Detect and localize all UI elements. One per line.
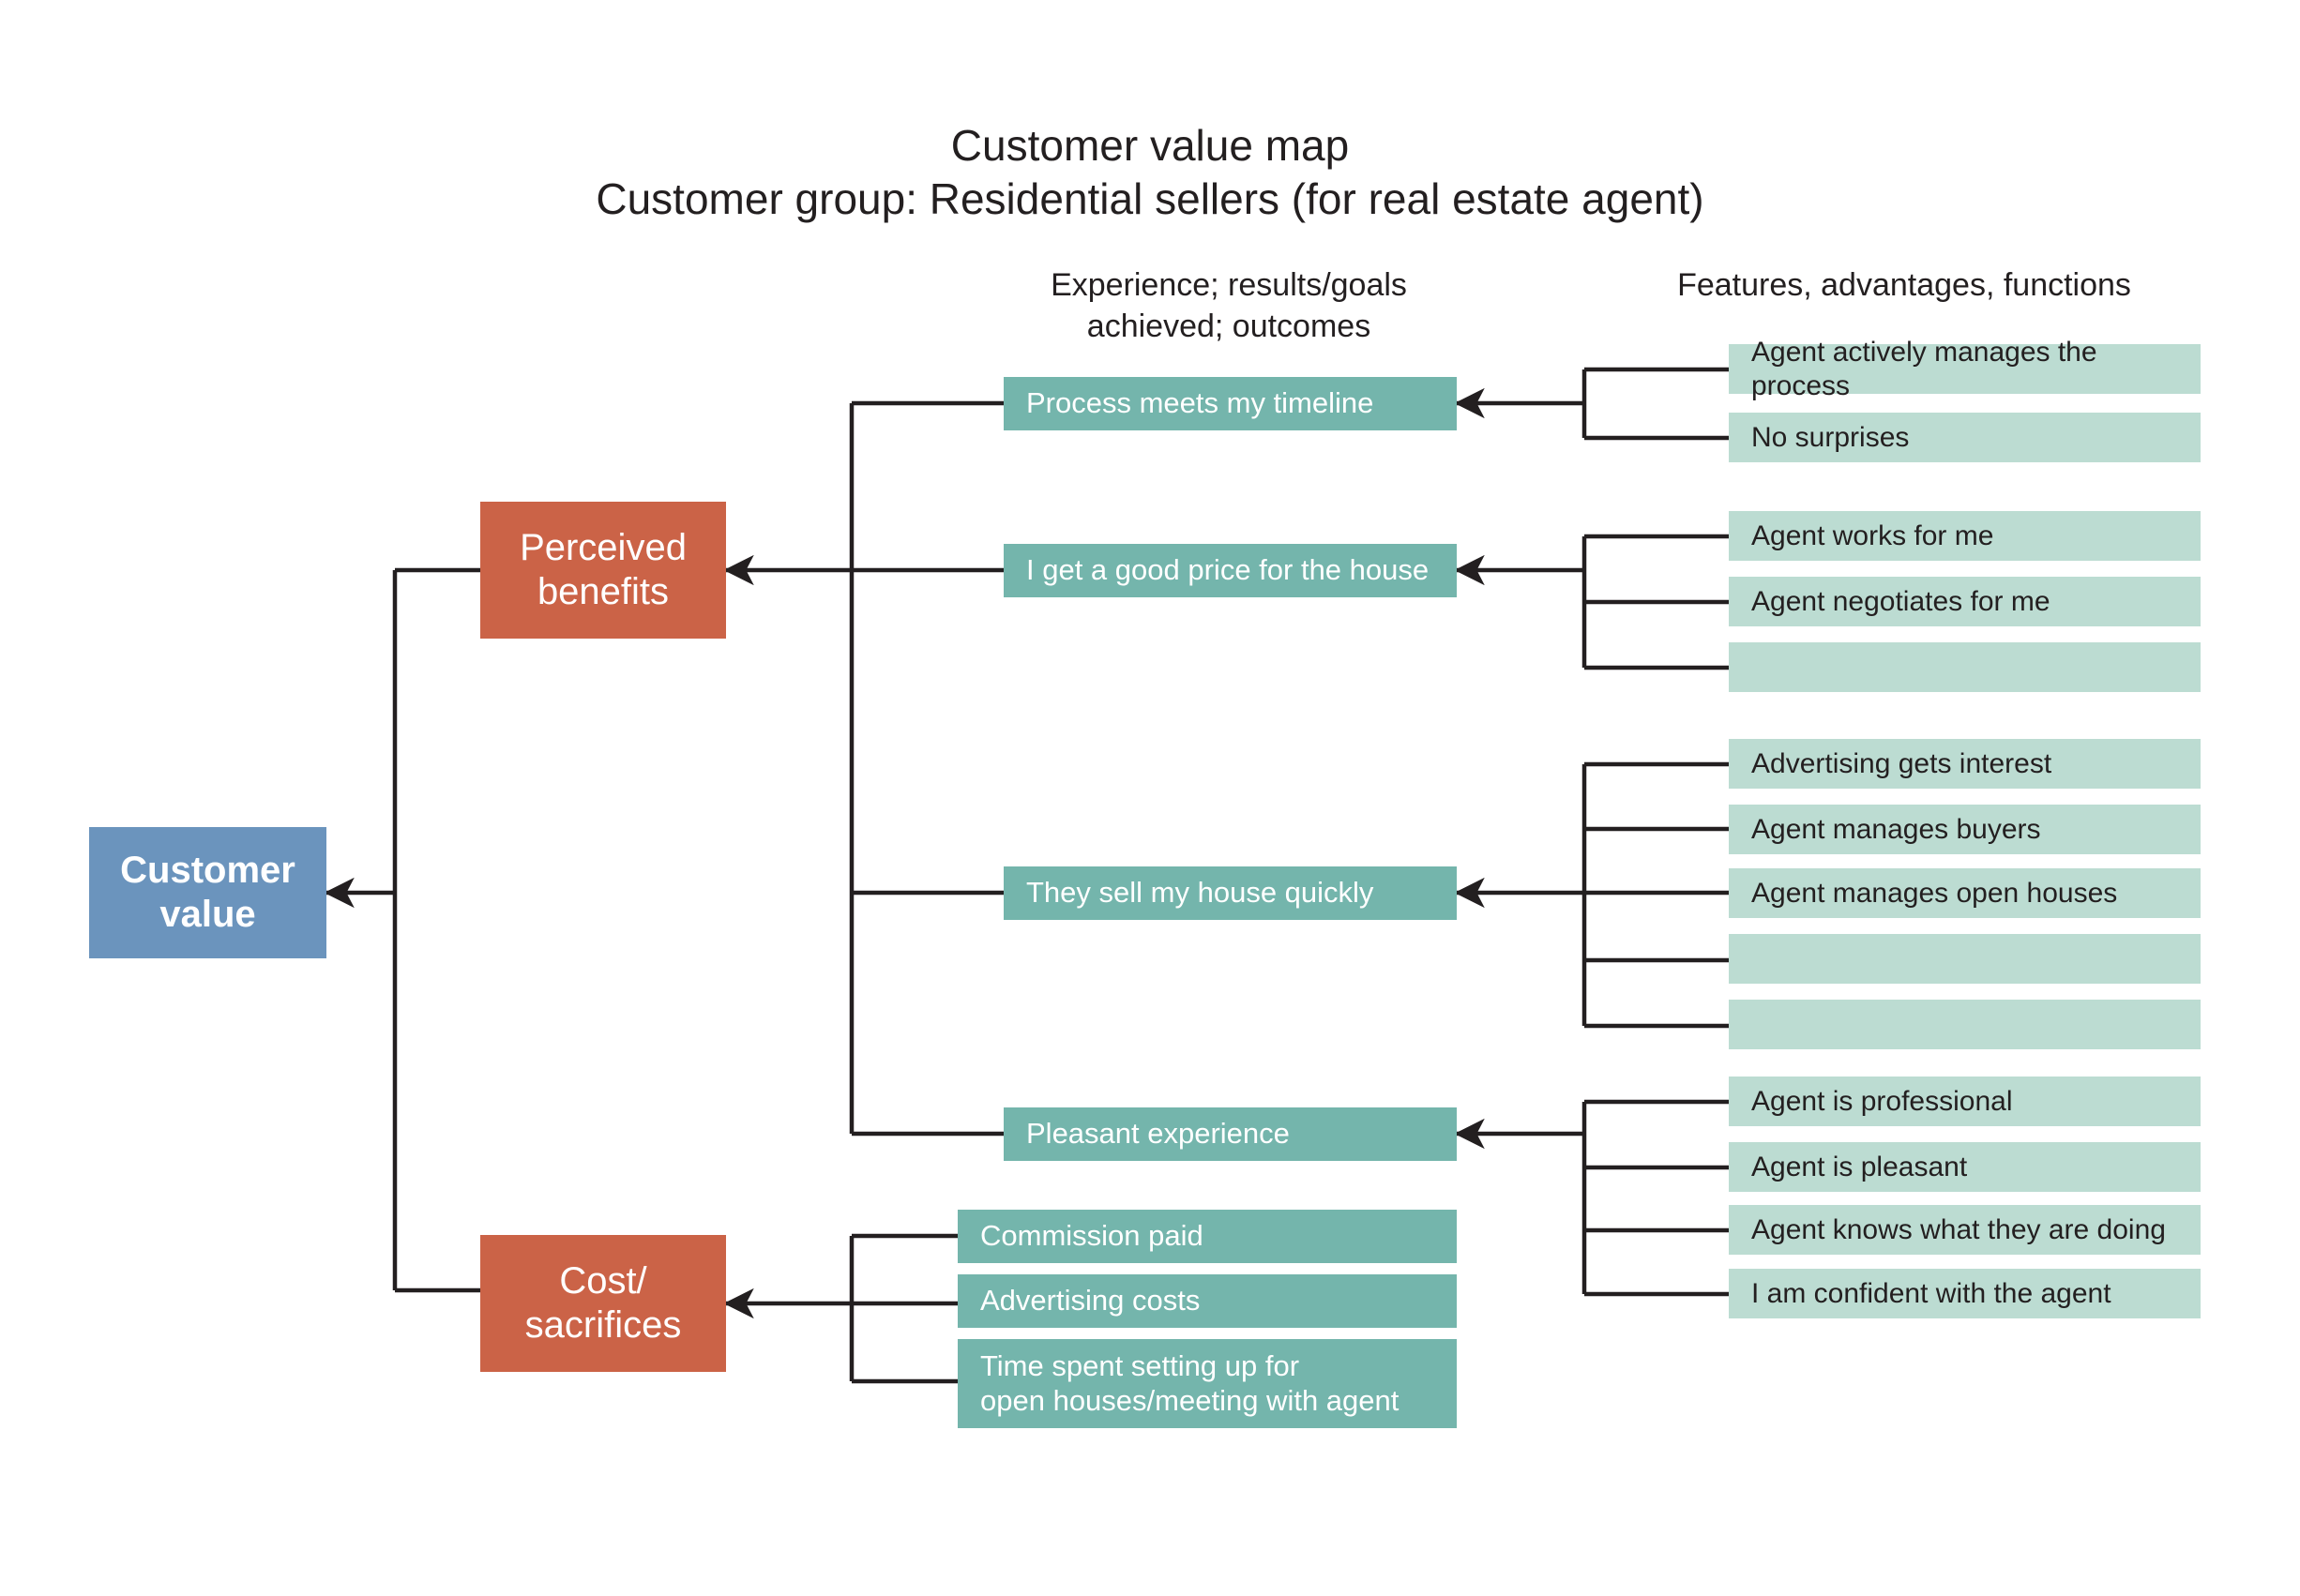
node-customer-value-line1: Customer xyxy=(120,849,295,891)
column-header-middle-line1: Experience; results/goals xyxy=(1051,267,1407,303)
customer-value-map-diagram: Customer value map Customer group: Resid… xyxy=(0,0,2300,1596)
feature-label: Agent works for me xyxy=(1751,519,1994,551)
node-process-timeline-label: Process meets my timeline xyxy=(1026,386,1374,420)
feature-label: Agent actively manages the process xyxy=(1751,337,2097,401)
feature-no-surprises[interactable]: No surprises xyxy=(1729,413,2201,462)
node-time-spent[interactable]: Time spent setting up for open houses/me… xyxy=(958,1339,1457,1428)
page-title: Customer value map xyxy=(950,121,1350,170)
column-header-middle: Experience; results/goals achieved; outc… xyxy=(938,265,1520,347)
node-pleasant-experience[interactable]: Pleasant experience xyxy=(1004,1107,1457,1161)
node-sell-quickly[interactable]: They sell my house quickly xyxy=(1004,866,1457,920)
feature-i-am-confident-with-the-agent[interactable]: I am confident with the agent xyxy=(1729,1269,2201,1318)
node-cost-sacrifices[interactable]: Cost/ sacrifices xyxy=(480,1235,726,1372)
node-good-price-label: I get a good price for the house xyxy=(1026,553,1430,587)
feature-agent-is-professional[interactable]: Agent is professional xyxy=(1729,1077,2201,1126)
feature-agent-negotiates-for-me[interactable]: Agent negotiates for me xyxy=(1729,577,2201,626)
feature-blank-g3-4[interactable] xyxy=(1729,934,2201,984)
node-cost-sacrifices-line1: Cost/ xyxy=(559,1259,647,1302)
node-customer-value-line2: value xyxy=(159,894,256,935)
feature-agent-manages-open-houses[interactable]: Agent manages open houses xyxy=(1729,868,2201,918)
feature-label: Agent manages buyers xyxy=(1751,813,2041,845)
feature-label: No surprises xyxy=(1751,421,1910,453)
node-pleasant-experience-label: Pleasant experience xyxy=(1026,1117,1290,1151)
page-subtitle: Customer group: Residential sellers (for… xyxy=(596,174,1704,223)
node-commission-paid[interactable]: Commission paid xyxy=(958,1210,1457,1263)
feature-agent-knows-what-they-are-doing[interactable]: Agent knows what they are doing xyxy=(1729,1205,2201,1255)
feature-blank-g3-5[interactable] xyxy=(1729,1000,2201,1049)
feature-agent-works-for-me[interactable]: Agent works for me xyxy=(1729,511,2201,561)
node-good-price[interactable]: I get a good price for the house xyxy=(1004,544,1457,597)
feature-label: Agent negotiates for me xyxy=(1751,585,2050,617)
node-advertising-costs-label: Advertising costs xyxy=(980,1284,1201,1317)
feature-label: I am confident with the agent xyxy=(1751,1277,2111,1309)
feature-label: Agent manages open houses xyxy=(1751,877,2118,909)
node-perceived-benefits[interactable]: Perceived benefits xyxy=(480,502,726,639)
column-header-right: Features, advantages, functions xyxy=(1677,267,2131,303)
node-perceived-benefits-line1: Perceived xyxy=(520,526,687,568)
feature-label: Agent is pleasant xyxy=(1751,1151,1968,1182)
node-advertising-costs[interactable]: Advertising costs xyxy=(958,1274,1457,1328)
feature-label: Advertising gets interest xyxy=(1751,747,2052,779)
node-perceived-benefits-line2: benefits xyxy=(537,571,670,612)
feature-agent-is-pleasant[interactable]: Agent is pleasant xyxy=(1729,1142,2201,1192)
node-process-timeline[interactable]: Process meets my timeline xyxy=(1004,377,1457,430)
feature-agent-manages-buyers[interactable]: Agent manages buyers xyxy=(1729,805,2201,854)
feature-agent-actively-manages-process[interactable]: Agent actively manages the process xyxy=(1729,337,2201,401)
node-cost-sacrifices-line2: sacrifices xyxy=(524,1304,682,1346)
feature-advertising-gets-interest[interactable]: Advertising gets interest xyxy=(1729,739,2201,789)
node-time-spent-line1: Time spent setting up for xyxy=(980,1348,1300,1382)
node-sell-quickly-label: They sell my house quickly xyxy=(1026,876,1374,910)
feature-blank-g2-3[interactable] xyxy=(1729,642,2201,692)
column-header-middle-line2: achieved; outcomes xyxy=(1086,308,1371,344)
node-commission-paid-label: Commission paid xyxy=(980,1219,1203,1253)
node-customer-value[interactable]: Customer value xyxy=(89,827,326,958)
feature-label: Agent knows what they are doing xyxy=(1751,1213,2166,1245)
node-time-spent-line2: open houses/meeting with agent xyxy=(980,1383,1400,1417)
feature-label: Agent is professional xyxy=(1751,1085,2013,1117)
